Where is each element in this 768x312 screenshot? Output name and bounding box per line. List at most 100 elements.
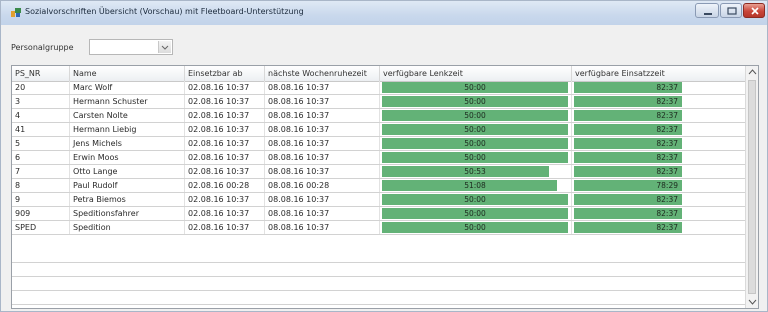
column-header-wochenruhezeit[interactable]: nächste Wochenruhezeit <box>265 66 380 81</box>
progress-track: 82:37 <box>574 110 682 121</box>
ps-nr-cell: 8 <box>12 179 70 192</box>
main-window: Sozialvorschriften Übersicht (Vorschau) … <box>0 0 768 312</box>
einsatzzeit-cell: 82:37 <box>572 165 746 178</box>
einsetzbar-cell: 02.08.16 10:37 <box>185 221 265 234</box>
progress-value: 50:00 <box>464 83 486 92</box>
progress-track: 50:00 <box>382 96 568 107</box>
progress-track: 82:37 <box>574 82 682 93</box>
wochenruhezeit-cell: 08.08.16 10:37 <box>265 221 380 234</box>
name-cell: Paul Rudolf <box>70 179 185 192</box>
table-row[interactable]: 20 Marc Wolf 02.08.16 10:37 08.08.16 10:37 5… <box>12 81 746 95</box>
table-row[interactable]: 3 Hermann Schuster 02.08.16 10:37 08.08.16 … <box>12 95 746 109</box>
wochenruhezeit-cell: 08.08.16 10:37 <box>265 193 380 206</box>
ps-nr-cell: 5 <box>12 137 70 150</box>
table-row[interactable]: 5 Jens Michels 02.08.16 10:37 08.08.16 10:3… <box>12 137 746 151</box>
dropdown-button[interactable] <box>158 41 171 53</box>
column-header-name[interactable]: Name <box>70 66 185 81</box>
lenkzeit-cell: 50:00 <box>380 95 572 108</box>
einsetzbar-cell: 02.08.16 10:37 <box>185 165 265 178</box>
vertical-scrollbar[interactable] <box>745 66 758 308</box>
column-header-einsatzzeit[interactable]: verfügbare Einsatzzeit <box>572 66 746 81</box>
wochenruhezeit-cell: 08.08.16 10:37 <box>265 109 380 122</box>
empty-row <box>12 263 746 277</box>
maximize-button[interactable] <box>720 3 742 18</box>
minimize-button[interactable] <box>695 3 719 18</box>
table-row[interactable]: 6 Erwin Moos 02.08.16 10:37 08.08.16 10:37 5… <box>12 151 746 165</box>
lenkzeit-cell: 50:00 <box>380 109 572 122</box>
progress-track: 82:37 <box>574 208 682 219</box>
name-cell: Jens Michels <box>70 137 185 150</box>
progress-value: 82:37 <box>656 153 678 162</box>
name-cell: Otto Lange <box>70 165 185 178</box>
einsatzzeit-cell: 82:37 <box>572 193 746 206</box>
einsetzbar-cell: 02.08.16 10:37 <box>185 123 265 136</box>
lenkzeit-cell: 50:53 <box>380 165 572 178</box>
ps-nr-cell: 9 <box>12 193 70 206</box>
wochenruhezeit-cell: 08.08.16 10:37 <box>265 207 380 220</box>
window-title: Sozialvorschriften Übersicht (Vorschau) … <box>25 7 304 16</box>
progress-track: 50:53 <box>382 166 568 177</box>
progress-value: 82:37 <box>656 223 678 232</box>
wochenruhezeit-cell: 08.08.16 10:37 <box>265 81 380 94</box>
app-icon <box>11 8 21 17</box>
table-row[interactable]: 4 Carsten Nolte 02.08.16 10:37 08.08.16 10:… <box>12 109 746 123</box>
progress-track: 82:37 <box>574 124 682 135</box>
einsatzzeit-cell: 82:37 <box>572 207 746 220</box>
column-header-ps-nr[interactable]: PS_NR <box>12 66 70 81</box>
ps-nr-cell: 6 <box>12 151 70 164</box>
ps-nr-cell: 41 <box>12 123 70 136</box>
empty-row <box>12 291 746 305</box>
scroll-down-icon[interactable] <box>748 299 757 305</box>
progress-track: 50:00 <box>382 208 568 219</box>
einsetzbar-cell: 02.08.16 10:37 <box>185 207 265 220</box>
wochenruhezeit-cell: 08.08.16 10:37 <box>265 137 380 150</box>
grid-header: PS_NR Name Einsetzbar ab nächste Wochenr… <box>12 66 746 82</box>
table-row[interactable]: 909 Speditionsfahrer 02.08.16 10:37 08.08.1… <box>12 207 746 221</box>
table-row[interactable]: 41 Hermann Liebig 02.08.16 10:37 08.08.16 1… <box>12 123 746 137</box>
table-row[interactable]: 9 Petra Biemos 02.08.16 10:37 08.08.16 10:3… <box>12 193 746 207</box>
ps-nr-cell: 909 <box>12 207 70 220</box>
progress-value: 82:37 <box>656 209 678 218</box>
einsetzbar-cell: 02.08.16 10:37 <box>185 95 265 108</box>
progress-value: 50:00 <box>464 153 486 162</box>
minimize-icon <box>704 13 712 15</box>
table-row[interactable]: SPED Spedition 02.08.16 10:37 08.08.16 10:3… <box>12 221 746 235</box>
progress-value: 82:37 <box>656 139 678 148</box>
progress-value: 50:00 <box>464 195 486 204</box>
progress-value: 82:37 <box>656 111 678 120</box>
progress-value: 50:00 <box>464 209 486 218</box>
ps-nr-cell: 3 <box>12 95 70 108</box>
progress-value: 50:00 <box>464 139 486 148</box>
table-row[interactable]: 7 Otto Lange 02.08.16 10:37 08.08.16 10:37 5… <box>12 165 746 179</box>
progress-track: 82:37 <box>574 96 682 107</box>
progress-track: 82:37 <box>574 222 682 233</box>
ps-nr-cell: 4 <box>12 109 70 122</box>
progress-value: 50:53 <box>464 167 486 176</box>
table-row[interactable]: 8 Paul Rudolf 02.08.16 00:28 08.08.16 00:28… <box>12 179 746 193</box>
progress-track: 50:00 <box>382 82 568 93</box>
progress-value: 82:37 <box>656 167 678 176</box>
progress-track: 50:00 <box>382 152 568 163</box>
close-button[interactable] <box>743 3 765 18</box>
wochenruhezeit-cell: 08.08.16 00:28 <box>265 179 380 192</box>
scroll-up-icon[interactable] <box>748 69 757 75</box>
close-icon <box>751 7 759 15</box>
chevron-down-icon <box>161 45 169 50</box>
column-header-einsetzbar[interactable]: Einsetzbar ab <box>185 66 265 81</box>
lenkzeit-cell: 51:08 <box>380 179 572 192</box>
title-bar[interactable]: Sozialvorschriften Übersicht (Vorschau) … <box>1 1 767 25</box>
name-cell: Spedition <box>70 221 185 234</box>
ps-nr-cell: SPED <box>12 221 70 234</box>
progress-value: 51:08 <box>464 181 486 190</box>
progress-track: 82:37 <box>574 138 682 149</box>
einsetzbar-cell: 02.08.16 10:37 <box>185 137 265 150</box>
progress-track: 50:00 <box>382 222 568 233</box>
name-cell: Hermann Schuster <box>70 95 185 108</box>
scrollbar-thumb[interactable] <box>748 80 756 294</box>
einsetzbar-cell: 02.08.16 00:28 <box>185 179 265 192</box>
wochenruhezeit-cell: 08.08.16 10:37 <box>265 95 380 108</box>
progress-track: 50:00 <box>382 124 568 135</box>
name-cell: Hermann Liebig <box>70 123 185 136</box>
personalgruppe-select[interactable] <box>89 39 173 55</box>
column-header-lenkzeit[interactable]: verfügbare Lenkzeit <box>380 66 572 81</box>
